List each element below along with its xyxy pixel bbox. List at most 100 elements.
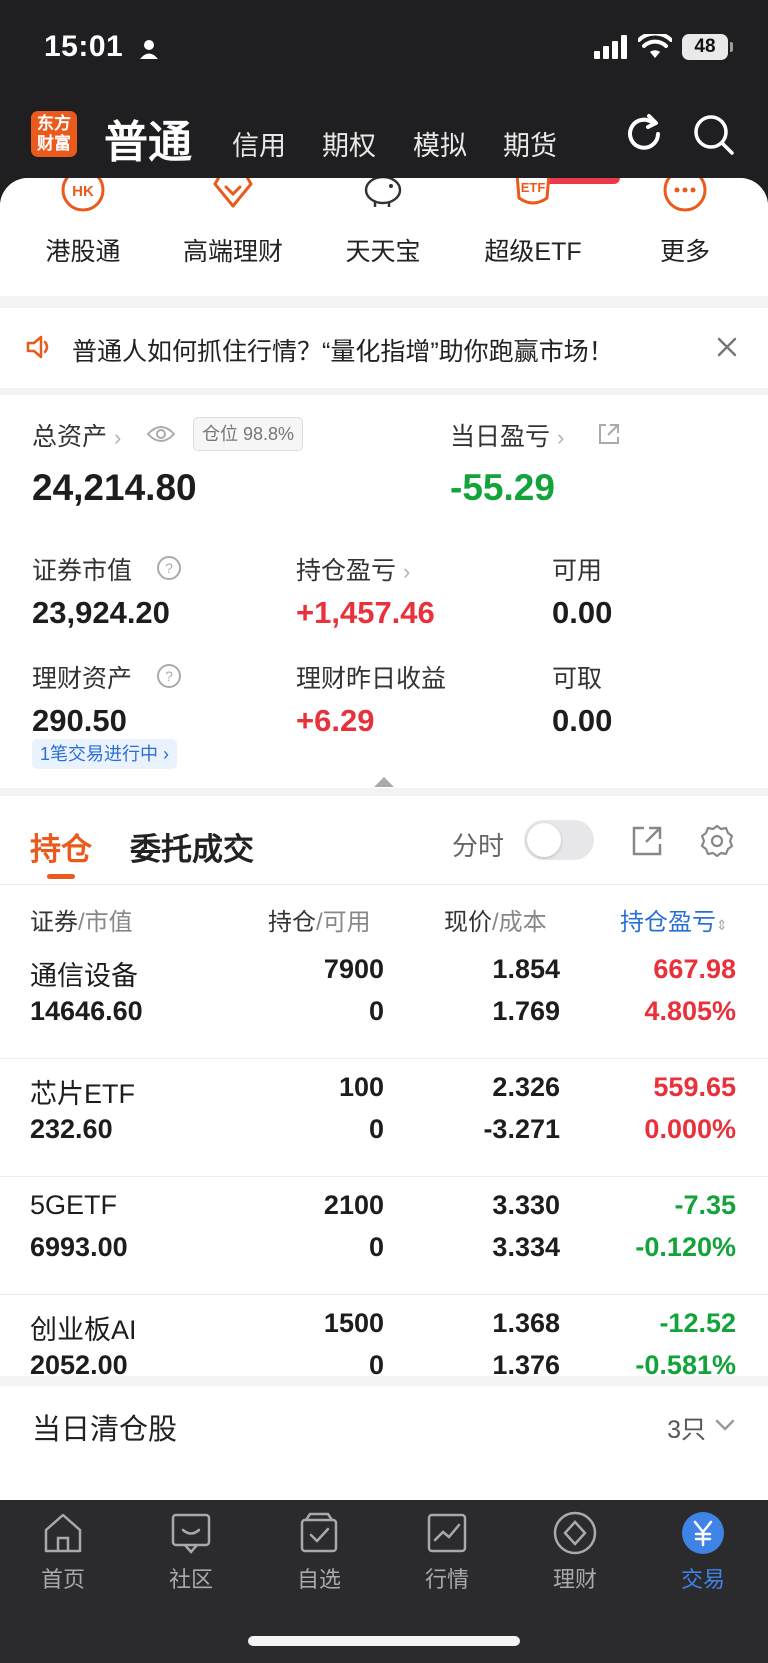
wealth-assets-label: 理财资产 [32,665,133,693]
security-name: 芯片ETF [30,1079,135,1109]
holding-pl: 559.65 [653,1072,736,1102]
available-qty: 0 [368,1350,384,1380]
etf-icon-text: ETF [521,180,546,195]
column-header-price: 现价/成本 [444,909,547,936]
position-ratio-badge: 仓位 98.8% [193,417,304,451]
tab-label: 理财 [552,1567,597,1592]
notice-text: 普通人如何抓住行情？“量化指增”助你跑赢市场！ [72,338,614,366]
chevron-right-icon: › [113,425,122,450]
total-assets-label[interactable]: 总资产 › [32,417,121,453]
quick-item-label: 港股通 [45,238,121,266]
tab-trade[interactable]: 交易 [653,1510,753,1594]
collapse-arrow-icon[interactable] [374,777,394,787]
wealth-assets-value: 290.50 [32,703,127,738]
tab-holdings[interactable]: 持仓 [30,824,92,869]
holding-pl-pct: 4.805% [644,996,736,1026]
security-name: 通信设备 [30,961,138,991]
holding-qty: 2100 [323,1190,384,1220]
tab-market[interactable]: 行情 [397,1510,497,1594]
tab-wealth[interactable]: 理财 [525,1510,625,1594]
help-icon[interactable]: ? [156,555,182,581]
intraday-toggle[interactable] [524,820,594,860]
tab-label: 自选 [296,1567,341,1592]
table-row[interactable]: 芯片ETF 232.60 100 0 2.326 -3.271 559.65 0… [0,1058,768,1176]
available-qty: 0 [368,1114,384,1144]
column-header-holding-pl[interactable]: 持仓盈亏⇕ [620,902,728,937]
current-price: 1.368 [492,1308,560,1338]
community-icon [171,1513,211,1554]
holding-pl-value: +1,457.46 [296,595,435,630]
intraday-toggle-label: 分时 [452,831,505,861]
available-value: 0.00 [552,595,613,630]
tab-label: 行情 [424,1567,469,1592]
person-icon [140,40,158,59]
tab-credit[interactable]: 信用 [232,124,286,163]
promo-notice[interactable]: 普通人如何抓住行情？“量化指增”助你跑赢市场！ [0,308,768,388]
market-value: 14646.60 [30,996,143,1026]
wealth-yesterday-value: +6.29 [296,703,375,738]
help-icon[interactable]: ? [156,663,182,689]
toggle-knob [527,823,561,857]
chevron-right-icon: › [402,559,411,584]
eye-icon[interactable] [146,423,176,445]
holding-pl: -12.52 [659,1308,736,1338]
cleared-today-row[interactable]: 当日清仓股 3只 [0,1386,768,1500]
column-header-security: 证券/市值 [30,909,133,936]
search-icon[interactable] [691,112,735,156]
account-type-normal[interactable]: 普通 [104,106,192,170]
home-indicator [248,1636,520,1646]
holding-qty: 100 [338,1072,384,1102]
tab-watchlist[interactable]: 自选 [269,1510,369,1594]
quick-item-label: 天天宝 [345,238,421,266]
sort-icon: ⇕ [716,917,728,933]
holding-pl: -7.35 [674,1190,736,1220]
quick-item-label: 更多 [659,238,710,266]
battery-level: 48 [694,36,716,57]
tab-options[interactable]: 期权 [322,124,376,163]
main-content: HK 港股通 高端理财 天天宝 ETF 超级ETF 更多 普通人如何抓住行情？“… [0,178,768,1500]
table-row[interactable]: 5GETF 6993.00 2100 0 3.330 3.334 -7.35 -… [0,1176,768,1294]
tab-futures[interactable]: 期货 [503,124,557,163]
svg-text:?: ? [165,668,173,684]
security-name: 5GETF [30,1190,118,1220]
tab-home[interactable]: 首页 [13,1510,113,1594]
market-chart-icon [427,1513,467,1553]
daily-pl-label[interactable]: 当日盈亏 › [450,417,564,453]
status-time: 15:01 [44,30,124,63]
etf-icon: ETF [515,178,551,205]
holdings-panel: 持仓 委托成交 分时 证券/市值 持仓/可用 现价/成本 持仓盈亏⇕ 通信设备 … [0,796,768,1380]
trade-yuan-icon [682,1512,724,1554]
quick-item-label: 超级ETF [484,238,582,266]
status-indicators: 48 [594,34,733,60]
holding-qty: 7900 [323,954,384,984]
settings-gear-icon[interactable] [700,824,734,858]
tab-simulation[interactable]: 模拟 [413,124,467,163]
cost-price: 1.769 [492,996,560,1026]
export-icon[interactable] [630,824,664,858]
divider [0,884,768,885]
cleared-today-label: 当日清仓股 [32,1414,178,1446]
share-icon[interactable] [596,421,622,447]
refresh-icon[interactable] [622,112,666,156]
tab-label: 交易 [680,1567,725,1592]
tab-orders-trades[interactable]: 委托成交 [130,824,254,869]
status-bar: 15:01 48 [0,0,768,96]
quick-item-label: 高端理财 [182,238,283,266]
market-value: 232.60 [30,1114,113,1144]
tab-underline [47,874,75,879]
asset-summary: 总资产 › 仓位 98.8% 24,214.80 当日盈亏 › -55.29 证… [0,395,768,788]
current-price: 2.326 [492,1072,560,1102]
close-icon[interactable] [714,334,740,360]
tab-community[interactable]: 社区 [141,1510,241,1594]
market-value: 6993.00 [30,1232,128,1262]
holding-pl-pct: -0.581% [635,1350,736,1380]
pending-trades-badge[interactable]: 1笔交易进行中 › [32,739,178,769]
svg-text:?: ? [165,560,173,576]
security-name: 创业板AI [30,1315,137,1345]
table-row[interactable]: 通信设备 14646.60 7900 0 1.854 1.769 667.98 … [0,940,768,1058]
current-price: 3.330 [492,1190,560,1220]
cost-price: 1.376 [492,1350,560,1380]
holding-pl-label[interactable]: 持仓盈亏 › [296,551,410,587]
wifi-icon [638,34,672,58]
cost-price: -3.271 [483,1114,560,1144]
